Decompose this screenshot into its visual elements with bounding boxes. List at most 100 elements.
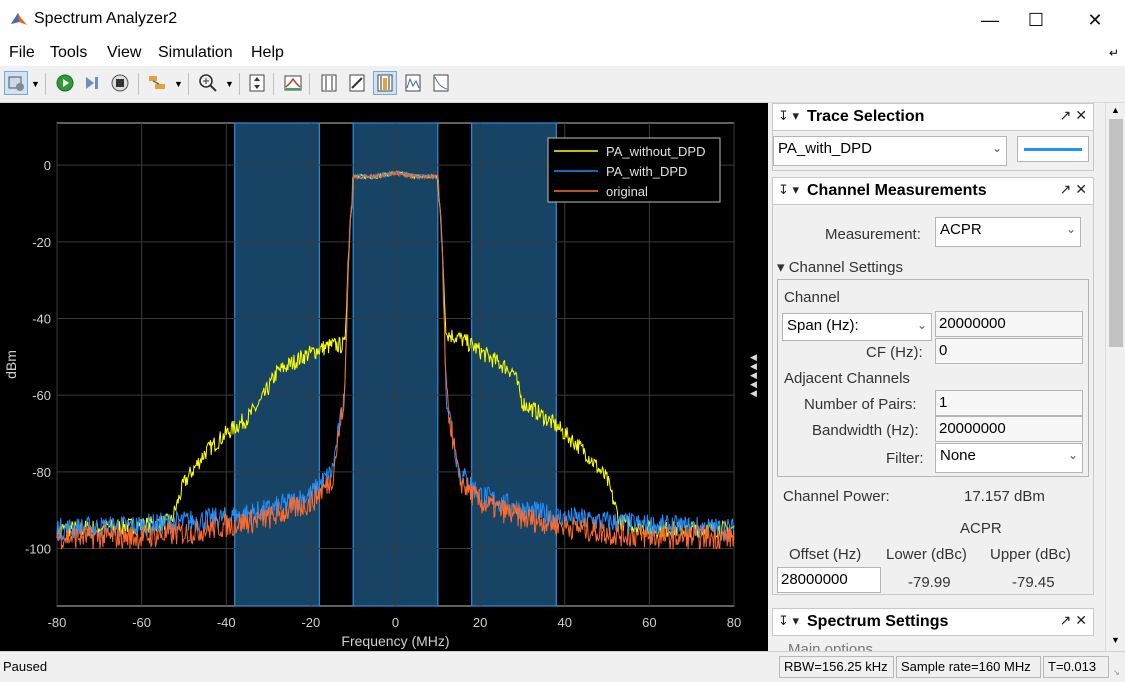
scale-axes-icon[interactable] (245, 71, 269, 95)
y-tick-label: -40 (32, 312, 51, 327)
trace-selection-title: Trace Selection (807, 108, 925, 125)
offset-field[interactable]: 28000000 (777, 567, 881, 593)
menu-view[interactable]: View (107, 44, 141, 62)
rbw-readout: RBW=156.25 kHz (779, 656, 894, 678)
menu-help[interactable]: Help (251, 44, 284, 62)
ccdf-measurements-icon[interactable] (429, 71, 453, 95)
offset-header: Offset (Hz) (789, 546, 862, 563)
menu-tools[interactable]: Tools (50, 44, 87, 62)
y-tick-label: -60 (32, 388, 51, 403)
channel-label: Channel (784, 289, 840, 306)
menu-simulation[interactable]: Simulation (158, 44, 233, 62)
spectrum-chart[interactable]: -80 -60 -40 -20 0 20 40 60 80 0 -20 -40 -60 -80 -100 Fr… (0, 103, 768, 651)
expand-panel-arrows[interactable]: ◀ ◀ ◀ ◀ ◀ (750, 353, 762, 398)
filter-dropdown[interactable]: None ⌄ (935, 443, 1083, 473)
trace-dropdown[interactable]: PA_with_DPD ⌄ (773, 136, 1007, 166)
status-bar: Paused RBW=156.25 kHz Sample rate=160 MH… (0, 651, 1125, 682)
legend-entry: PA_without_DPD (606, 144, 705, 159)
channel-measurements-icon[interactable] (373, 71, 397, 95)
x-tick-label: 60 (642, 615, 656, 630)
x-tick-label: 0 (392, 615, 399, 630)
maximize-button[interactable]: ☐ (1013, 0, 1059, 40)
section-controls[interactable]: ↗ ✕ (1060, 612, 1087, 629)
span-field[interactable]: 20000000 (935, 311, 1083, 337)
measurement-dropdown[interactable]: ACPR ⌄ (935, 217, 1081, 247)
lower-header: Lower (dBc) (886, 546, 967, 563)
y-tick-label: -100 (25, 542, 51, 557)
section-controls[interactable]: ↗ ✕ (1060, 181, 1087, 198)
plot-area[interactable]: -80 -60 -40 -20 0 20 40 60 80 0 -20 -40 -60 -80 -100 Fr… (0, 103, 768, 651)
acpr-heading: ACPR (960, 520, 1002, 537)
legend-entry: PA_with_DPD (606, 164, 687, 179)
bandwidth-field[interactable]: 20000000 (935, 416, 1083, 442)
span-dropdown-value: Span (Hz): (787, 317, 859, 334)
measurement-label: Measurement: (825, 226, 921, 243)
spectrum-settings-icon[interactable] (281, 71, 305, 95)
scroll-up-icon[interactable]: ▲ (1111, 105, 1120, 115)
toolbar-separator (273, 73, 274, 95)
cf-label: CF (Hz): (866, 344, 923, 361)
measurements-icon[interactable] (345, 71, 369, 95)
spectrum-settings-header: ↧ ▾ Spectrum Settings ↗ ✕ (772, 608, 1094, 636)
zoom-dropdown-icon[interactable]: ▼ (225, 79, 234, 89)
scroll-down-icon[interactable]: ▼ (1111, 635, 1120, 645)
signal-highlight-icon[interactable] (145, 71, 169, 95)
channel-settings-toggle[interactable]: ▾ Channel Settings (777, 258, 903, 276)
bandwidth-label: Bandwidth (Hz): (812, 422, 919, 439)
channel-measurements-title: Channel Measurements (807, 182, 987, 199)
close-button[interactable]: ✕ (1072, 0, 1118, 40)
x-tick-label: -80 (48, 615, 67, 630)
trace-color-swatch[interactable] (1017, 136, 1089, 162)
minimize-button[interactable]: — (967, 0, 1013, 40)
toolbar-separator (188, 73, 189, 95)
zoom-in-icon[interactable] (196, 71, 220, 95)
run-icon[interactable] (53, 71, 77, 95)
legend-entry: original (606, 184, 648, 199)
pin-icon[interactable]: ↧ ▾ (778, 613, 799, 629)
pin-icon[interactable]: ↧ ▾ (778, 108, 799, 124)
signal-dropdown-icon[interactable]: ▼ (174, 79, 183, 89)
pairs-field[interactable]: 1 (935, 390, 1083, 416)
panel-scrollbar[interactable]: ▲ ▼ (1105, 103, 1125, 651)
span-dropdown[interactable]: Span (Hz): ⌄ (782, 313, 932, 341)
channel-settings-group: Channel Span (Hz): ⌄ 20000000 CF (Hz): 0… (777, 279, 1089, 477)
step-forward-icon[interactable] (80, 71, 104, 95)
scroll-thumb[interactable] (1109, 119, 1123, 347)
dock-arrow-icon[interactable]: ↵ (1109, 46, 1119, 60)
title-bar: Spectrum Analyzer2 — ☐ ✕ (0, 0, 1125, 40)
toolbar: ▼ ▼ ▼ (0, 66, 1125, 103)
measurement-panel: ↧ ▾ Trace Selection ↗ ✕ PA_with_DPD ⌄ ↧ … (768, 103, 1105, 651)
filter-label: Filter: (886, 450, 924, 467)
main-options-toggle[interactable]: Main options (788, 641, 873, 651)
stop-icon[interactable] (108, 71, 132, 95)
toolbar-separator (138, 73, 139, 95)
chevron-down-icon: ⌄ (1065, 222, 1076, 236)
resize-grip-icon[interactable]: ↘ (1113, 668, 1123, 678)
settings-icon[interactable] (4, 71, 28, 95)
trace-selection-header: ↧ ▾ Trace Selection ↗ ✕ (772, 103, 1094, 131)
menu-file[interactable]: File (9, 44, 35, 62)
window-title: Spectrum Analyzer2 (34, 10, 178, 27)
pin-icon[interactable]: ↧ ▾ (778, 182, 799, 198)
channel-measurements-body: Measurement: ACPR ⌄ ▾ Channel Settings C… (772, 205, 1094, 595)
distortion-measurements-icon[interactable] (401, 71, 425, 95)
x-tick-label: -40 (217, 615, 236, 630)
measurement-dropdown-value: ACPR (940, 221, 982, 238)
channel-band-0 (234, 122, 320, 607)
menu-bar: File Tools View Simulation Help ↵ (0, 40, 1125, 66)
channel-band-2 (471, 122, 557, 607)
y-tick-label: -80 (32, 465, 51, 480)
y-axis-label: dBm (3, 350, 19, 379)
trace-dropdown-value: PA_with_DPD (778, 140, 872, 157)
upper-value: -79.45 (1012, 574, 1055, 591)
toolbar-separator (239, 73, 240, 95)
channel-power-value: 17.157 dBm (964, 488, 1045, 505)
section-controls[interactable]: ↗ ✕ (1060, 107, 1087, 124)
settings-dropdown-icon[interactable]: ▼ (31, 79, 40, 89)
cf-field[interactable]: 0 (935, 338, 1083, 364)
chevron-down-icon: ⌄ (1067, 448, 1078, 462)
data-cursors-icon[interactable] (317, 71, 341, 95)
y-tick-label: 0 (44, 158, 51, 173)
x-tick-label: 80 (727, 615, 741, 630)
x-tick-label: -60 (132, 615, 151, 630)
